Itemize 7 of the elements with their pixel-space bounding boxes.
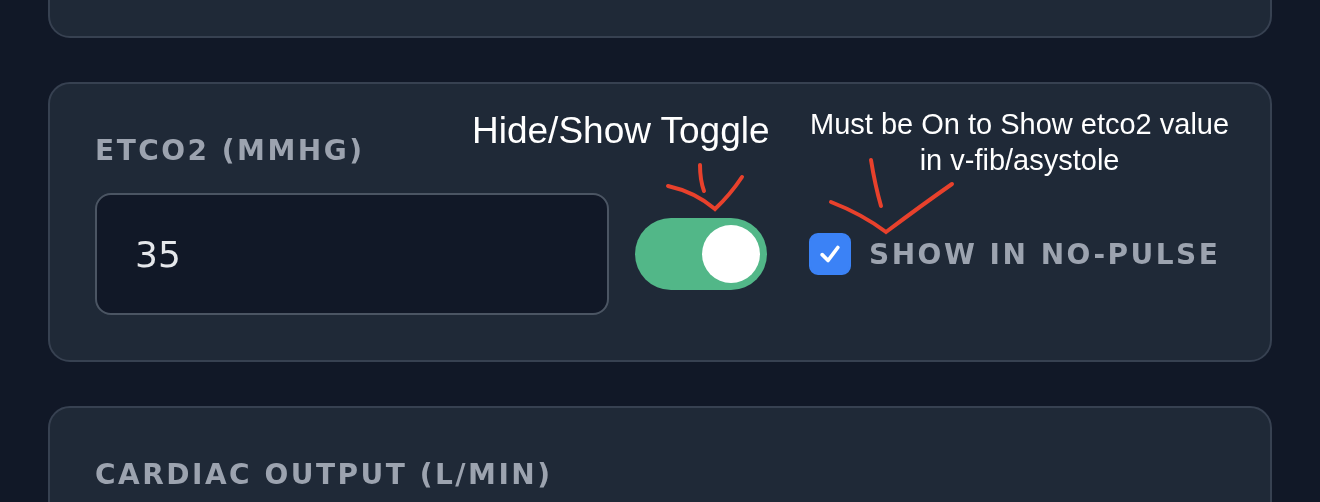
field-label: ETCO2 (MMHG): [95, 134, 365, 167]
checkbox[interactable]: [809, 233, 851, 275]
annotation-text: Hide/Show Toggle: [472, 110, 770, 152]
input-field[interactable]: 35: [95, 193, 609, 315]
checkbox-label: SHOW IN NO-PULSE: [869, 237, 1221, 271]
field-label: CARDIAC OUTPUT (L/MIN): [95, 458, 553, 491]
annotation-text: Must be On to Show etco2 value in v-fib/asystole: [810, 107, 1230, 178]
